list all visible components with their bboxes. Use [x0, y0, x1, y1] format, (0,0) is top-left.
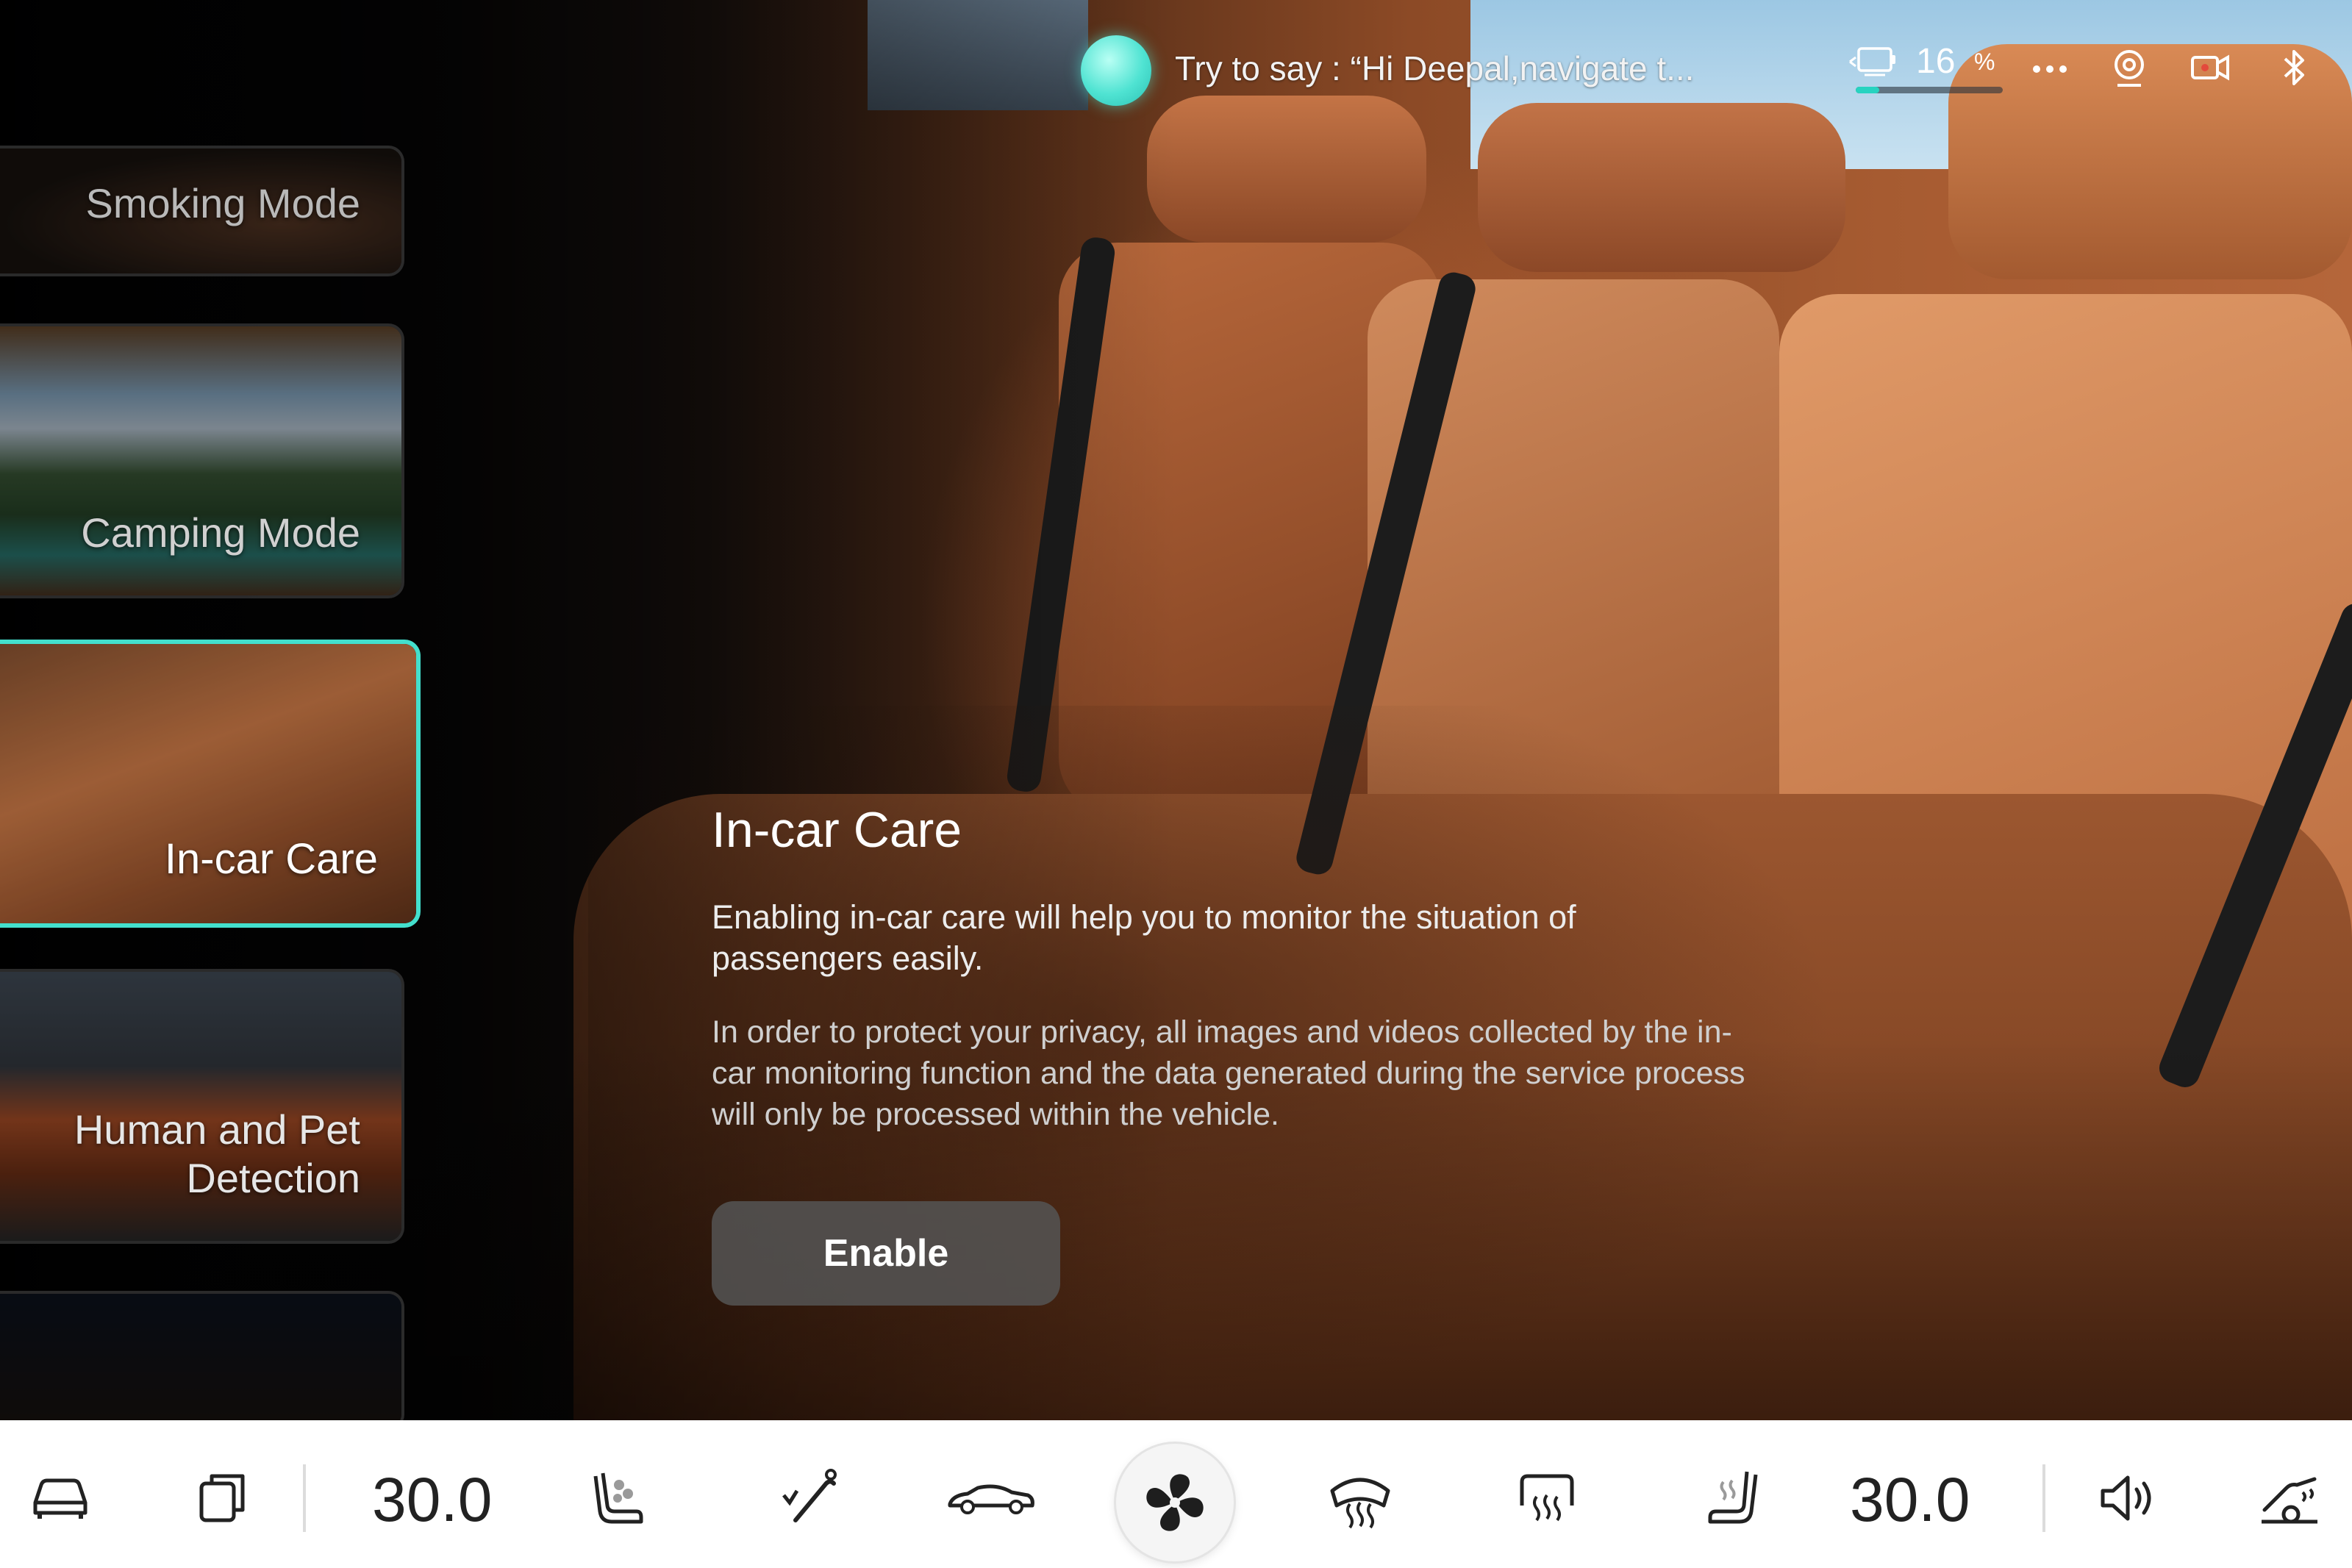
battery-level-value: 16	[1916, 42, 1956, 81]
voice-assistant-orb[interactable]	[1081, 35, 1151, 106]
convertible-car-icon[interactable]	[946, 1463, 1037, 1533]
detail-description: Enabling in-car care will help you to mo…	[712, 898, 1576, 977]
bottom-dock: 30.0 30.0	[0, 1420, 2352, 1568]
seat-recline-icon[interactable]	[773, 1463, 844, 1533]
mode-card-smoking[interactable]: Smoking Mode	[0, 146, 404, 276]
battery-icon	[1849, 47, 1895, 76]
mode-card-human-pet-detection[interactable]: Human and Pet Detection	[0, 969, 404, 1244]
voice-hint-text[interactable]: Try to say : “Hi Deepal,navigate t...	[1175, 49, 1694, 88]
mode-card-next[interactable]	[0, 1291, 404, 1431]
enable-button[interactable]: Enable	[712, 1201, 1060, 1306]
more-icon[interactable]	[2028, 46, 2072, 90]
bluetooth-icon[interactable]	[2272, 46, 2316, 90]
mode-card-camping[interactable]: Camping Mode	[0, 323, 404, 598]
seat-heat-driver-icon[interactable]	[582, 1463, 653, 1533]
volume-icon[interactable]	[2092, 1463, 2163, 1533]
car-icon[interactable]	[25, 1463, 96, 1533]
windows-icon[interactable]	[187, 1463, 257, 1533]
status-bar: Try to say : “Hi Deepal,navigate t... 16…	[0, 0, 2352, 140]
fan-button[interactable]	[1116, 1444, 1234, 1561]
seat-heat-passenger-icon[interactable]	[1698, 1463, 1769, 1533]
driver-temperature[interactable]: 30.0	[372, 1464, 493, 1536]
battery-level-unit: %	[1974, 49, 1995, 75]
mode-card-in-car-care[interactable]: In-car Care	[0, 640, 421, 928]
steering-heat-icon[interactable]	[2254, 1463, 2325, 1533]
front-defrost-icon[interactable]	[1325, 1463, 1395, 1533]
battery-level-bar	[1856, 87, 2003, 93]
mode-label: Camping Mode	[81, 509, 360, 556]
mode-label: Human and Pet Detection	[74, 1106, 360, 1201]
mode-label: In-car Care	[164, 835, 378, 883]
mode-detail: In-car Care Enabling in-car care will he…	[712, 801, 1756, 1135]
passenger-temperature[interactable]: 30.0	[1850, 1464, 1970, 1536]
dock-divider	[2042, 1464, 2045, 1532]
rear-defrost-icon[interactable]	[1512, 1463, 1582, 1533]
privacy-notice: In order to protect your privacy, all im…	[712, 1014, 1745, 1132]
dock-divider	[303, 1464, 306, 1532]
card-dim	[0, 1294, 401, 1428]
battery-level-fill	[1856, 87, 1879, 93]
fan-icon	[1146, 1474, 1204, 1531]
driver-monitor-icon[interactable]	[2107, 46, 2151, 90]
dashcam-icon[interactable]	[2188, 46, 2232, 90]
detail-title: In-car Care	[712, 802, 962, 858]
mode-label: Smoking Mode	[85, 180, 360, 226]
